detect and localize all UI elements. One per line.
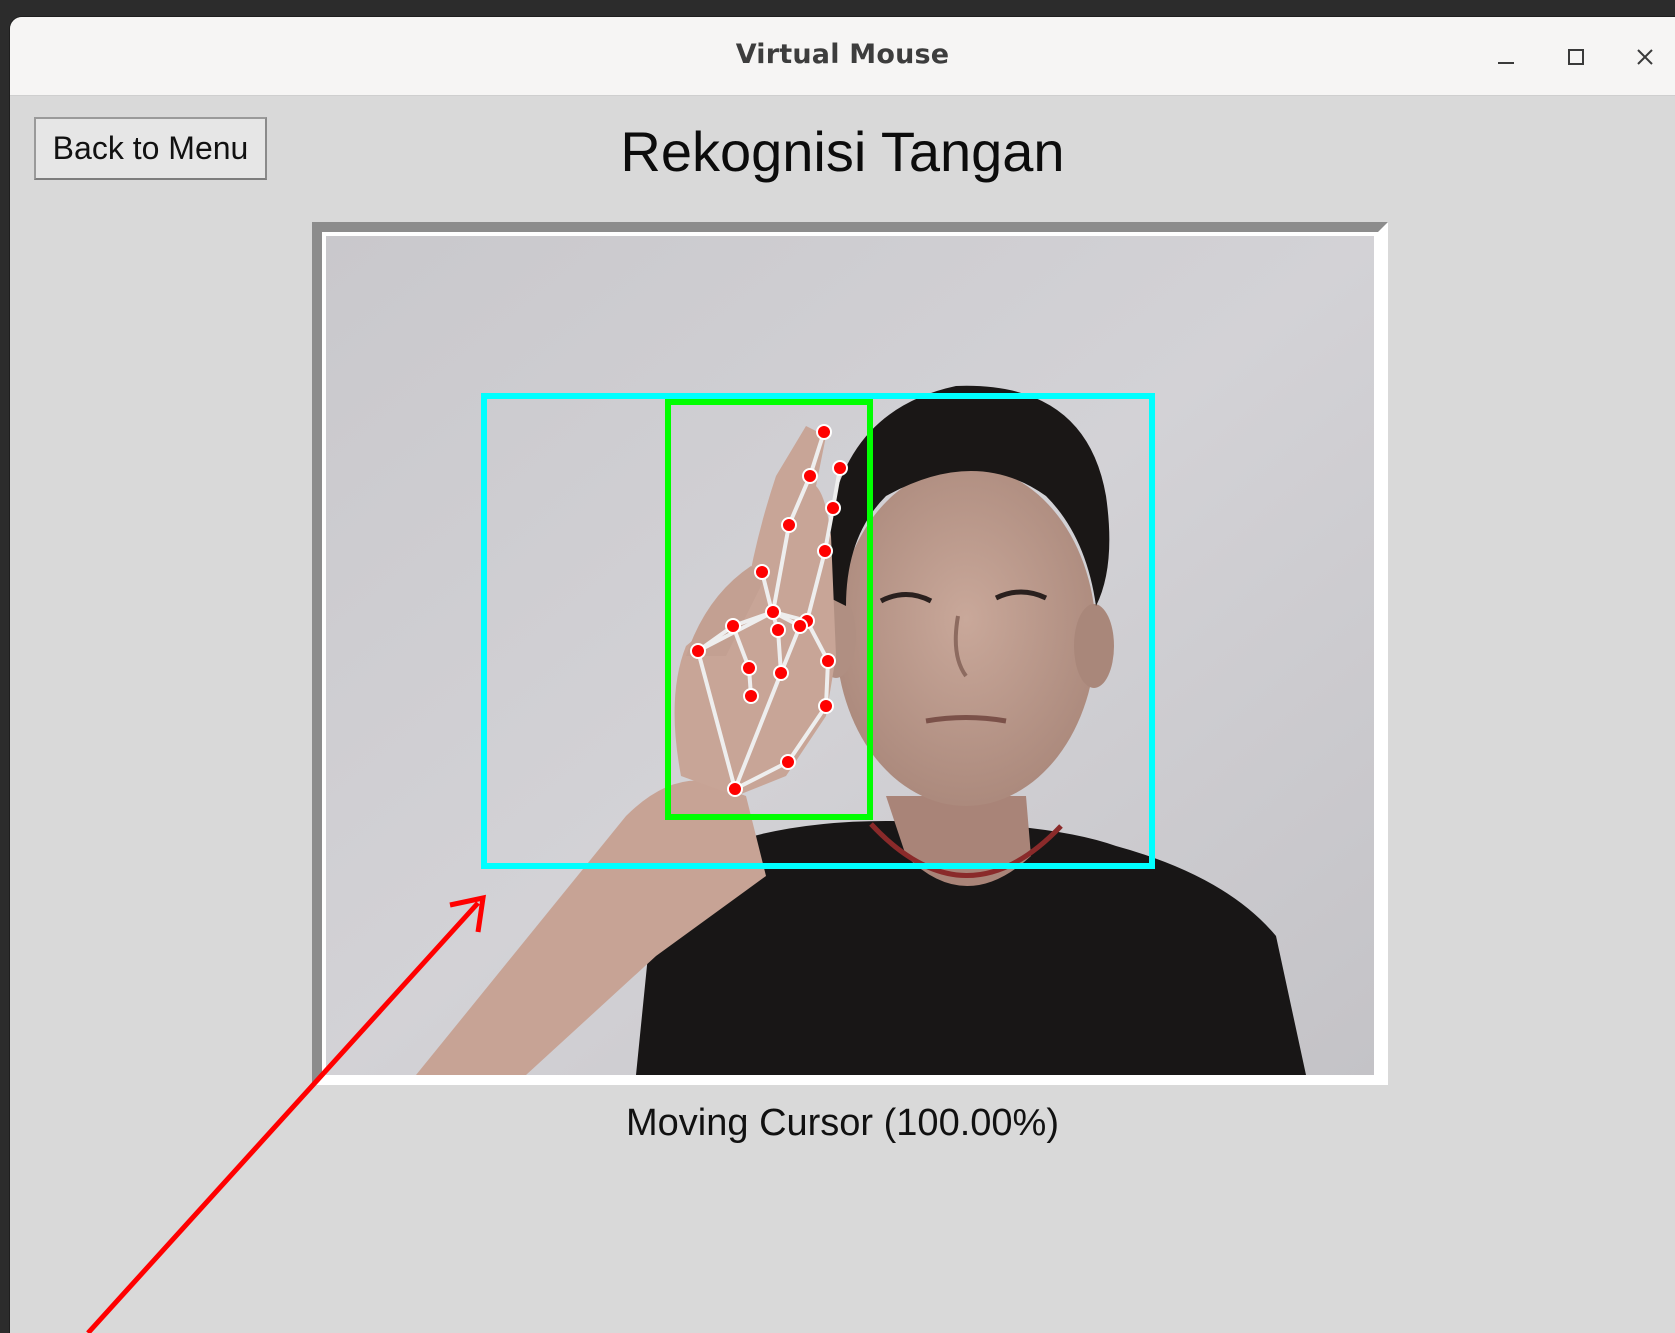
landmark-point — [820, 653, 836, 669]
landmark-point — [773, 665, 789, 681]
camera-frame — [312, 222, 1388, 1085]
landmark-point — [818, 698, 834, 714]
landmark-point — [816, 424, 832, 440]
landmark-point — [792, 618, 808, 634]
landmark-point — [741, 660, 757, 676]
gesture-status: Moving Cursor (100.00%) — [626, 1102, 1059, 1144]
landmark-point — [802, 468, 818, 484]
landmark-point — [781, 517, 797, 533]
landmark-point — [725, 618, 741, 634]
desktop: Virtual Mouse Back to Menu Rekognisi Tan… — [0, 0, 1675, 1333]
landmark-point — [825, 500, 841, 516]
landmark-point — [690, 643, 706, 659]
maximize-icon — [1568, 49, 1584, 65]
camera-feed — [326, 236, 1374, 1075]
landmark-point — [780, 754, 796, 770]
minimize-icon — [1498, 62, 1514, 64]
landmark-point — [727, 781, 743, 797]
right-ear — [1074, 604, 1114, 688]
landmark-point — [817, 543, 833, 559]
close-icon — [1637, 49, 1653, 65]
landmark-point — [754, 564, 770, 580]
page-title: Rekognisi Tangan — [620, 120, 1065, 183]
minimize-button[interactable] — [1484, 37, 1528, 77]
app-window: Virtual Mouse Back to Menu Rekognisi Tan… — [10, 17, 1675, 1333]
face — [836, 466, 1096, 806]
title-bar[interactable]: Virtual Mouse — [10, 17, 1675, 96]
landmark-point — [743, 688, 759, 704]
close-button[interactable] — [1623, 37, 1667, 77]
window-title: Virtual Mouse — [735, 39, 950, 70]
camera-image — [326, 236, 1374, 1075]
landmark-point — [765, 604, 781, 620]
maximize-button[interactable] — [1554, 37, 1598, 77]
landmark-point — [832, 460, 848, 476]
landmark-point — [770, 622, 786, 638]
